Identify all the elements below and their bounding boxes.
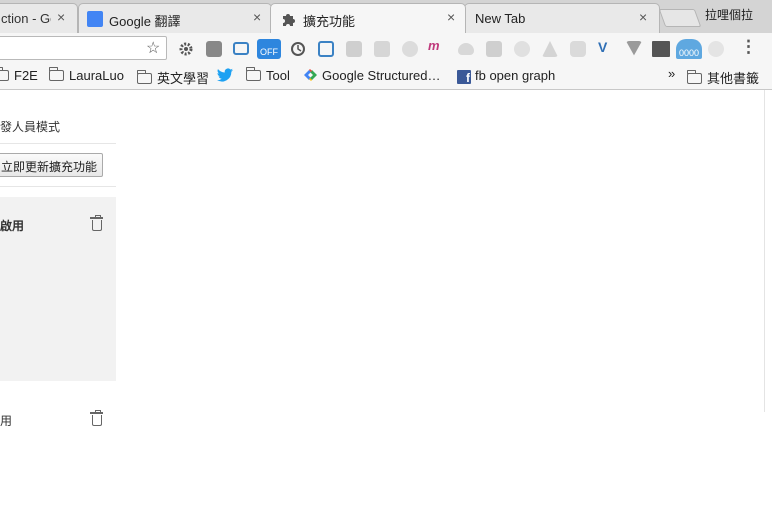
- folder-icon: [48, 67, 64, 81]
- update-extensions-button[interactable]: 立即更新擴充功能: [0, 153, 103, 177]
- bookmark-star-icon[interactable]: ☆: [146, 38, 160, 58]
- close-icon[interactable]: ×: [447, 9, 455, 25]
- close-icon[interactable]: ×: [253, 9, 261, 25]
- cloud-icon[interactable]: [458, 43, 474, 55]
- enabled-label[interactable]: 已啟用: [0, 217, 24, 234]
- off-badge-icon[interactable]: OFF: [257, 39, 281, 59]
- bookmark-folder-tool[interactable]: Tool: [245, 67, 290, 86]
- coffee-icon[interactable]: [514, 41, 530, 57]
- enabled-label[interactable]: 啟用: [0, 412, 12, 429]
- bookmark-folder-english[interactable]: 英文學習: [136, 68, 210, 86]
- facebook-icon: f: [457, 70, 471, 85]
- bookmark-folder-lauraluo[interactable]: LauraLuo: [48, 67, 124, 86]
- divider: [0, 143, 116, 144]
- address-bar[interactable]: [0, 36, 167, 60]
- bookmark-label: 英文學習: [157, 71, 210, 86]
- profile-name[interactable]: 拉哩個拉: [705, 6, 753, 23]
- extension-icon[interactable]: [486, 41, 502, 57]
- shield-icon[interactable]: [570, 41, 586, 57]
- tab-inactive-2[interactable]: Google 翻譯 ×: [78, 3, 272, 33]
- gear-icon[interactable]: [178, 41, 194, 57]
- bookmark-label: Google Structured…: [322, 68, 441, 83]
- bookmarks-overflow-chevron[interactable]: »: [668, 66, 675, 84]
- bookmark-label: 其他書籤: [707, 71, 760, 86]
- trash-icon[interactable]: [90, 215, 103, 231]
- tab-title: ction - Go: [1, 11, 51, 26]
- bookmark-google-structured[interactable]: Google Structured…: [303, 68, 441, 86]
- twitter-bird-icon: [217, 68, 233, 82]
- folder-icon: [245, 67, 261, 81]
- tab-strip: ction - Go × Google 翻譯 × 擴充功能 × New Tab …: [0, 0, 772, 33]
- page-edge: [764, 90, 765, 412]
- tab-title: Google 翻譯: [109, 14, 181, 29]
- developer-mode-label[interactable]: 開發人員模式: [0, 118, 72, 135]
- tab-title: 擴充功能: [303, 14, 356, 29]
- folder-icon: [686, 70, 702, 84]
- qr-code-icon[interactable]: [374, 41, 390, 57]
- capture-icon[interactable]: [318, 41, 334, 57]
- bookmark-label: fb open graph: [475, 68, 556, 83]
- folder-icon: [136, 70, 152, 84]
- divider: [0, 186, 116, 187]
- evernote-icon[interactable]: [206, 41, 222, 57]
- moment-icon[interactable]: m: [428, 38, 448, 54]
- vue-devtools-icon[interactable]: V: [598, 39, 614, 55]
- screenshot-icon[interactable]: [233, 42, 249, 55]
- google-structured-data-icon: [304, 69, 317, 81]
- bookmark-label: LauraLuo: [69, 68, 124, 83]
- close-icon[interactable]: ×: [57, 9, 65, 25]
- chrome-menu-icon[interactable]: ⋮: [740, 37, 757, 57]
- extension-card: 啟用: [0, 381, 116, 461]
- folder-icon: [0, 67, 9, 81]
- extension-card: 已啟用: [0, 197, 116, 381]
- extension-icon[interactable]: [708, 41, 724, 57]
- bookmark-twitter[interactable]: [217, 68, 234, 86]
- tab-inactive-1[interactable]: ction - Go ×: [0, 3, 78, 33]
- counter-badge-icon[interactable]: 0000: [676, 39, 702, 59]
- bookmarks-bar: F2E LauraLuo 英文學習 Tool Google Structured…: [0, 64, 772, 90]
- layout-icon[interactable]: [346, 41, 362, 57]
- bookmark-fb-open-graph[interactable]: f fb open graph: [457, 68, 555, 86]
- bookmark-folder-f2e[interactable]: F2E: [0, 67, 38, 86]
- google-translate-icon: [87, 11, 103, 27]
- film-icon[interactable]: [652, 41, 670, 57]
- trash-icon[interactable]: [90, 410, 103, 426]
- bookmark-label: F2E: [14, 68, 38, 83]
- puzzle-piece-icon: [281, 12, 297, 28]
- tab-inactive-newtab[interactable]: New Tab ×: [464, 3, 660, 33]
- bookmark-label: Tool: [266, 68, 290, 83]
- developer-mode-text: 開發人員模式: [0, 120, 61, 134]
- new-tab-button[interactable]: [658, 9, 702, 27]
- refresh-timer-icon[interactable]: [290, 41, 306, 57]
- tab-active-extensions[interactable]: 擴充功能 ×: [270, 3, 466, 33]
- close-icon[interactable]: ×: [639, 9, 647, 25]
- bookmark-folder-other[interactable]: 其他書籤: [686, 68, 760, 86]
- extension-icon[interactable]: [402, 41, 418, 57]
- tab-title: New Tab: [475, 11, 526, 26]
